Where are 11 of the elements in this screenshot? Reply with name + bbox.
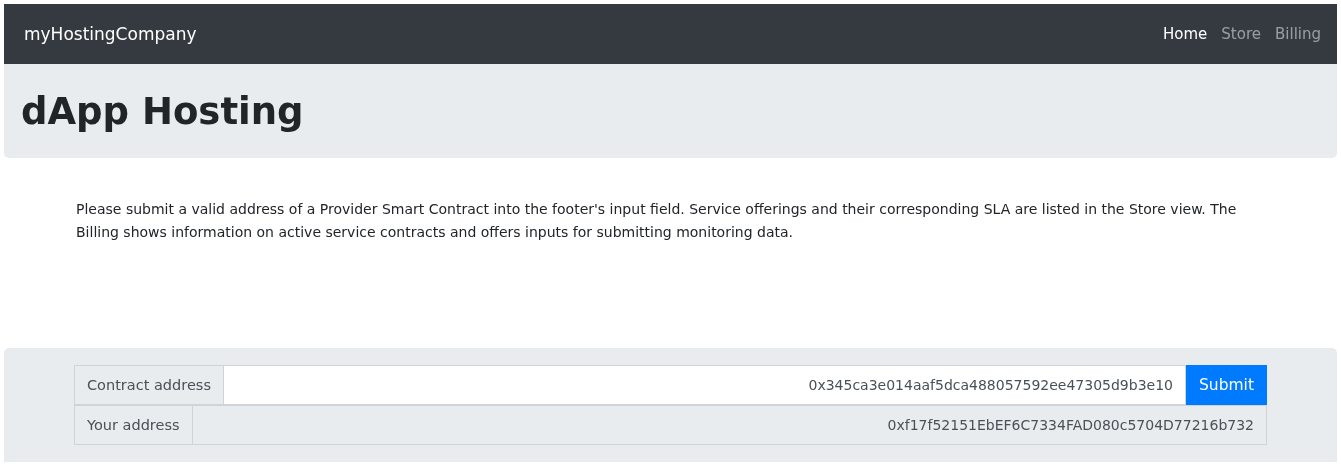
- your-address-field[interactable]: 0xf17f52151EbEF6C7334FAD080c5704D77216b732: [192, 405, 1267, 445]
- intro-paragraph: Please submit a valid address of a Provider Smart Contract into the footer's input field. Service offerings and their corresponding SLA are listed in the Store view. The Billing shows information on active service contracts and offers inputs for submitting monitoring data.: [76, 200, 1237, 242]
- contract-address-field[interactable]: 0x345ca3e014aaf5dca488057592ee47305d9b3e10: [223, 365, 1186, 405]
- nav-link[interactable]: Home: [1163, 25, 1208, 43]
- field-label: Contract address: [74, 365, 224, 405]
- nav-link[interactable]: Billing: [1275, 25, 1321, 43]
- field-label: Your address: [74, 405, 193, 445]
- brand-link[interactable]: myHostingCompany: [24, 24, 197, 44]
- submit-button[interactable]: Submit: [1186, 365, 1267, 405]
- page-title: dApp Hosting: [21, 89, 304, 133]
- nav-link[interactable]: Store: [1221, 25, 1261, 43]
